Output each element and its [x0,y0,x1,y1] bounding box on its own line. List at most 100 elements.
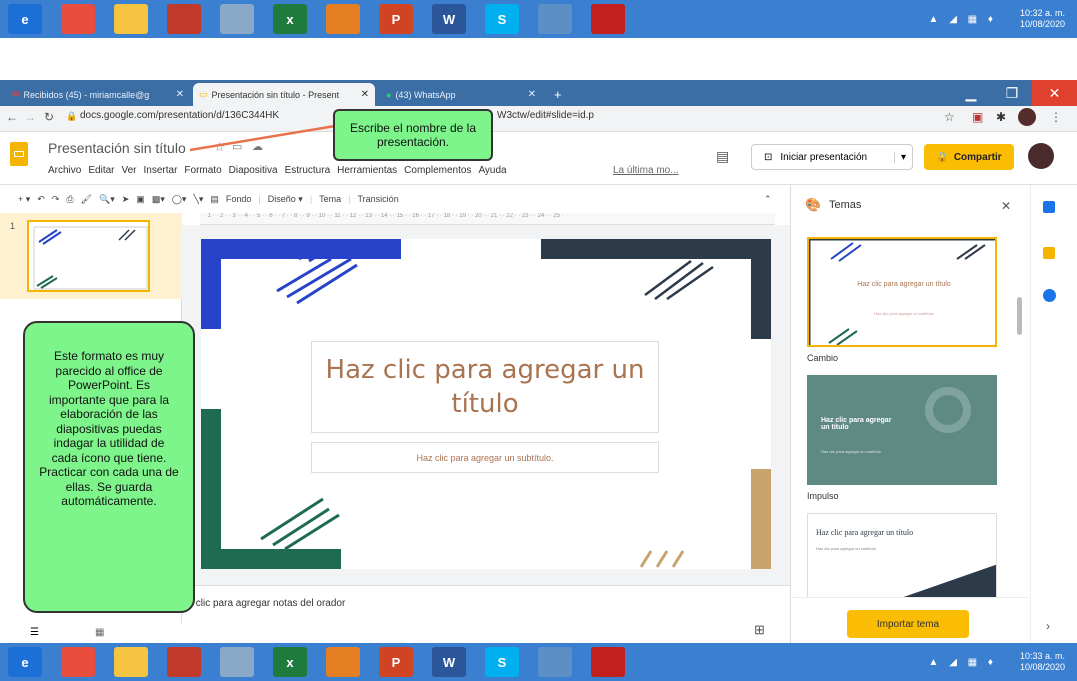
slide-thumbnail[interactable] [27,220,150,292]
firefox-icon[interactable] [326,4,360,34]
shape-icon[interactable]: ◯▾ [172,194,187,205]
undo-icon[interactable]: ↶ [37,194,45,205]
doc-title[interactable]: Presentación sin título [48,140,186,156]
keep-icon[interactable] [1043,247,1055,259]
line-icon[interactable]: ╲▾ [193,194,203,205]
speaker-notes[interactable]: z clic para agregar notas del orador [182,585,790,623]
window-icon[interactable] [538,4,572,34]
system-tray-icons[interactable]: ▲ ◢ ▦ ♦ [929,657,997,668]
ie-icon[interactable]: e [8,647,42,677]
filmstrip-view-icon[interactable]: ☰ [30,627,39,638]
close-window-icon[interactable]: ✕ [1032,80,1077,106]
menu-item[interactable]: Herramientas [337,165,397,176]
share-button[interactable]: 🔒 Compartir [924,144,1014,170]
word-icon[interactable]: W [432,647,466,677]
folder-icon[interactable] [114,4,148,34]
new-tab-button[interactable]: + [548,83,568,106]
clock[interactable]: 10:32 a. m. 10/08/2020 [1020,8,1065,30]
word-icon[interactable]: W [432,4,466,34]
excel-icon[interactable]: x [273,4,307,34]
chrome-icon[interactable] [61,647,95,677]
account-avatar[interactable] [1028,143,1054,169]
slide-title-box[interactable]: Haz clic para agregar un título [311,341,659,433]
tasks-icon[interactable] [1043,289,1056,302]
close-icon[interactable]: ✕ [361,89,369,100]
folder-icon[interactable] [114,647,148,677]
forward-icon[interactable]: → [24,110,36,124]
theme-card-cambio[interactable]: Haz clic para agregar un título Haz clic… [807,237,997,347]
new-slide-icon[interactable]: + ▾ [18,194,30,205]
textbox-icon[interactable]: ▣ [136,194,145,205]
menu-item[interactable]: Diapositiva [229,165,278,176]
slides-logo-icon[interactable] [10,142,28,166]
tab-gmail[interactable]: ✉ Recibidos (45) - miriamcalle@g ✕ [6,83,190,106]
extension-icon[interactable]: ▣ [972,110,983,124]
powerpoint-icon[interactable]: P [379,4,413,34]
powerpoint-icon[interactable]: P [379,647,413,677]
acrobat-icon[interactable] [591,647,625,677]
notepad-icon[interactable] [220,4,254,34]
last-edit-link[interactable]: La última mo... [613,165,679,176]
toolbar-fondo[interactable]: Fondo [226,194,252,204]
firefox-icon[interactable] [326,647,360,677]
toolbar-diseno[interactable]: Diseño ▾ [268,194,303,205]
menu-item[interactable]: Estructura [285,165,331,176]
zoom-icon[interactable]: 🔍▾ [99,194,115,205]
puzzle-icon[interactable]: ✱ [996,110,1006,124]
paint-icon[interactable] [167,647,201,677]
more-menu-icon[interactable]: ⋮ [1050,110,1062,124]
select-icon[interactable]: ➤ [122,194,130,205]
window-icon[interactable] [538,647,572,677]
maximize-icon[interactable]: ❐ [991,80,1033,106]
close-icon[interactable]: ✕ [1001,199,1011,213]
paint-icon[interactable] [167,4,201,34]
menu-item[interactable]: Editar [88,165,114,176]
chevron-right-icon[interactable]: › [1046,619,1050,633]
minimize-icon[interactable]: ▁ [950,80,992,106]
import-theme-button[interactable]: Importar tema [847,610,969,638]
system-tray-icons[interactable]: ▲ ◢ ▦ ♦ [929,14,997,25]
menu-item[interactable]: Insertar [144,165,178,176]
comment-add-icon[interactable]: ▤ [210,194,219,205]
chrome-icon[interactable] [61,4,95,34]
star-icon[interactable]: ☆ [944,110,955,124]
image-icon[interactable]: ▩▾ [152,194,165,205]
print-icon[interactable]: ⎙ [66,194,73,205]
profile-avatar[interactable] [1018,108,1036,126]
skype-icon[interactable]: S [485,4,519,34]
excel-icon[interactable]: x [273,647,307,677]
menu-item[interactable]: Complementos [404,165,471,176]
menu-item[interactable]: Formato [184,165,221,176]
theme-card-impulso[interactable]: Haz clic para agregar un título Haz clic… [807,375,997,485]
menu-item[interactable]: Ayuda [478,165,506,176]
menu-item[interactable]: Ver [121,165,136,176]
acrobat-icon[interactable] [591,4,625,34]
close-icon[interactable]: ✕ [176,89,184,100]
tab-presentation[interactable]: ▭ Presentación sin título - Present ✕ [193,83,375,106]
menu-item[interactable]: Archivo [48,165,81,176]
present-button[interactable]: ⊡ Iniciar presentación ▾ [751,144,913,170]
url-tail[interactable]: W3ctw/edit#slide=id.p [497,110,594,121]
toolbar-tema[interactable]: Tema [319,194,341,204]
notepad-icon[interactable] [220,647,254,677]
reload-icon[interactable]: ↻ [44,110,54,124]
close-icon[interactable]: ✕ [528,89,536,100]
chevron-down-icon[interactable]: ▾ [893,151,912,163]
ie-icon[interactable]: e [8,4,42,34]
chevron-up-icon[interactable]: ⌃ [764,194,772,205]
redo-icon[interactable]: ↷ [52,194,60,205]
skype-icon[interactable]: S [485,647,519,677]
comments-icon[interactable]: ▤ [716,148,729,165]
scrollbar[interactable] [1017,297,1022,335]
grid-view-icon[interactable]: ▦ [95,627,104,638]
clock[interactable]: 10:33 a. m. 10/08/2020 [1020,651,1065,673]
tab-whatsapp[interactable]: ● (43) WhatsApp ✕ [380,83,542,106]
back-icon[interactable]: ← [6,110,18,124]
calendar-icon[interactable] [1043,201,1055,213]
theme-card-third[interactable]: Haz clic para agregar un título Haz clic… [807,513,997,605]
slide-canvas[interactable]: Haz clic para agregar un título Haz clic… [201,239,771,569]
explore-icon[interactable]: ⊞ [754,622,765,638]
slide-subtitle-box[interactable]: Haz clic para agregar un subtítulo. [311,442,659,473]
toolbar-transicion[interactable]: Transición [358,194,399,204]
paint-format-icon[interactable]: 🖌 [81,194,92,205]
